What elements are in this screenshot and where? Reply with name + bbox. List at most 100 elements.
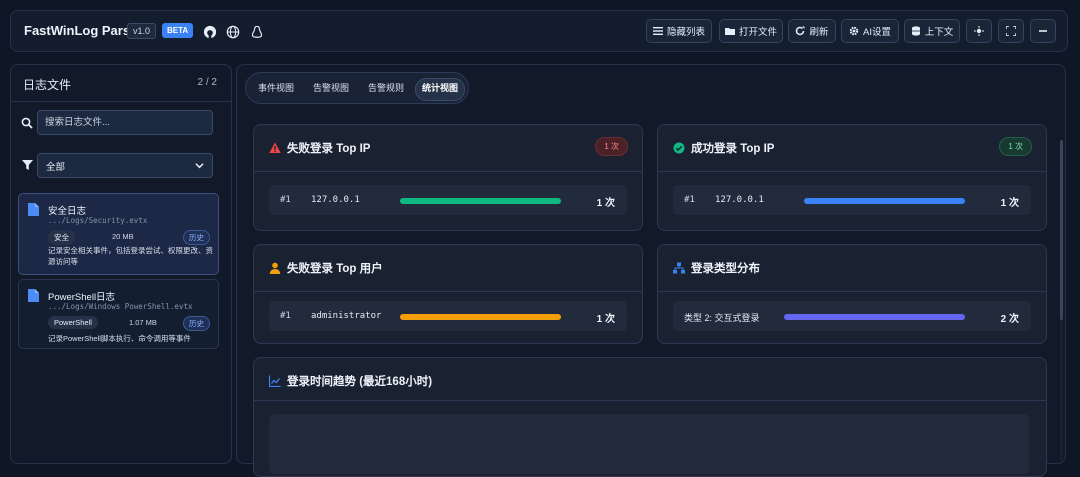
success-login-top-ip-card: 成功登录 Top IP 1 次 #1 127.0.0.1 1 次 <box>657 124 1047 231</box>
version-badge: v1.0 <box>127 23 157 39</box>
progress-fill <box>400 314 561 320</box>
log-search-input[interactable] <box>37 110 213 135</box>
progress-track <box>400 198 561 204</box>
progress-fill <box>804 198 965 204</box>
history-button[interactable]: 历史 <box>183 316 210 331</box>
history-button[interactable]: 历史 <box>183 230 210 245</box>
progress-fill <box>400 198 561 204</box>
row-count: 2 次 <box>1000 314 1019 325</box>
stat-row: #1 127.0.0.1 1 次 <box>269 185 627 215</box>
user-icon <box>269 262 281 274</box>
minus-icon <box>1039 30 1047 32</box>
fullscreen-button[interactable] <box>998 19 1024 43</box>
file-count: 2 / 2 <box>197 77 217 88</box>
file-description: 记录安全相关事件，包括登录尝试、权限更改、资源访问等 <box>48 246 213 266</box>
file-icon <box>28 203 39 216</box>
sun-icon <box>974 26 984 36</box>
file-path: .../Logs/Windows PowerShell.evtx <box>48 302 193 311</box>
card-title: 失败登录 Top 用户 <box>287 263 383 275</box>
file-size: 1.07 MB <box>129 318 157 327</box>
progress-track <box>804 198 965 204</box>
row-count: 1 次 <box>596 314 615 325</box>
gear-icon <box>849 26 859 36</box>
card-title: 成功登录 Top IP <box>691 143 775 155</box>
card-divider <box>254 400 1046 401</box>
row-logon-type: 类型 2: 交互式登录 <box>684 313 760 323</box>
card-divider <box>254 291 642 292</box>
file-icon <box>28 289 39 302</box>
progress-track <box>400 314 561 320</box>
card-divider <box>658 171 1046 172</box>
vertical-scrollbar[interactable] <box>1060 140 1063 460</box>
filter-icon <box>22 160 33 170</box>
file-description: 记录PowerShell脚本执行、命令调用等事件 <box>48 334 191 343</box>
row-ip: 127.0.0.1 <box>715 195 764 205</box>
count-badge: 1 次 <box>999 137 1032 156</box>
sidebar-title: 日志文件 <box>23 78 72 92</box>
row-rank: #1 <box>684 195 695 205</box>
file-category-tag: 安全 <box>48 230 75 245</box>
row-username: administrator <box>311 311 382 321</box>
warning-triangle-icon <box>269 142 281 153</box>
globe-icon[interactable] <box>226 25 240 39</box>
expand-icon <box>1006 26 1016 36</box>
tab-event-view[interactable]: 事件视图 <box>252 78 300 99</box>
tab-stats-view[interactable]: 统计视图 <box>415 78 466 101</box>
github-icon[interactable] <box>203 25 217 39</box>
log-files-sidebar: 日志文件 2 / 2 全部 安全日志 .../Logs/Security.evt… <box>10 64 232 464</box>
tab-alert-view[interactable]: 告警视图 <box>307 78 355 99</box>
trend-chart-area <box>269 414 1029 474</box>
refresh-icon <box>796 26 805 36</box>
app-title: FastWinLog Parse <box>24 23 138 38</box>
logon-type-distribution-card: 登录类型分布 类型 2: 交互式登录 2 次 <box>657 244 1047 344</box>
context-button[interactable]: 上下文 <box>904 19 960 43</box>
chevron-down-icon <box>195 163 204 169</box>
row-rank: #1 <box>280 195 291 205</box>
row-count: 1 次 <box>596 198 615 209</box>
database-icon <box>911 26 920 36</box>
linux-icon[interactable] <box>250 25 264 39</box>
context-label: 上下文 <box>924 27 954 38</box>
file-size: 20 MB <box>112 232 134 241</box>
scrollbar-thumb[interactable] <box>1060 140 1063 320</box>
login-time-trend-card: 登录时间趋势 (最近168小时) <box>253 357 1047 477</box>
ai-settings-button[interactable]: AI设置 <box>841 19 899 43</box>
hide-list-label: 隐藏列表 <box>666 27 705 38</box>
failed-login-top-user-card: 失败登录 Top 用户 #1 administrator 1 次 <box>253 244 643 344</box>
category-filter-select[interactable]: 全部 <box>37 153 213 178</box>
progress-track <box>784 314 965 320</box>
folder-open-icon <box>724 28 735 35</box>
sidebar-divider <box>11 101 231 102</box>
failed-login-top-ip-card: 失败登录 Top IP 1 次 #1 127.0.0.1 1 次 <box>253 124 643 231</box>
theme-button[interactable] <box>966 19 992 43</box>
top-bar: FastWinLog Parse v1.0 BETA 隐藏列表 打开文件 刷新 … <box>10 10 1068 52</box>
sitemap-icon <box>673 262 685 274</box>
view-tabs: 事件视图 告警视图 告警规则 统计视图 <box>245 72 469 104</box>
file-name: 安全日志 <box>48 206 87 217</box>
minimize-button[interactable] <box>1030 19 1056 43</box>
main-panel: 事件视图 告警视图 告警规则 统计视图 失败登录 Top IP 1 次 #1 1… <box>236 64 1066 477</box>
line-chart-icon <box>269 375 281 387</box>
file-item-powershell[interactable]: PowerShell日志 .../Logs/Windows PowerShell… <box>18 279 219 349</box>
stat-row: #1 127.0.0.1 1 次 <box>673 185 1031 215</box>
card-title: 失败登录 Top IP <box>287 143 371 155</box>
stat-row: #1 administrator 1 次 <box>269 301 627 331</box>
ai-settings-label: AI设置 <box>863 27 891 38</box>
file-category-tag: PowerShell <box>48 316 98 329</box>
refresh-button[interactable]: 刷新 <box>788 19 836 43</box>
list-icon <box>652 27 663 35</box>
tab-alert-rules[interactable]: 告警规则 <box>362 78 410 99</box>
filter-selected-value: 全部 <box>46 161 66 173</box>
stat-row: 类型 2: 交互式登录 2 次 <box>673 301 1031 331</box>
row-ip: 127.0.0.1 <box>311 195 360 205</box>
count-badge: 1 次 <box>595 137 628 156</box>
open-file-button[interactable]: 打开文件 <box>719 19 783 43</box>
hide-list-button[interactable]: 隐藏列表 <box>646 19 712 43</box>
beta-badge: BETA <box>162 23 194 38</box>
row-rank: #1 <box>280 311 291 321</box>
card-title: 登录时间趋势 (最近168小时) <box>287 376 433 388</box>
file-name: PowerShell日志 <box>48 292 116 303</box>
file-path: .../Logs/Security.evtx <box>48 216 148 225</box>
row-count: 1 次 <box>1000 198 1019 209</box>
file-item-security[interactable]: 安全日志 .../Logs/Security.evtx 安全 20 MB 历史 … <box>18 193 219 275</box>
